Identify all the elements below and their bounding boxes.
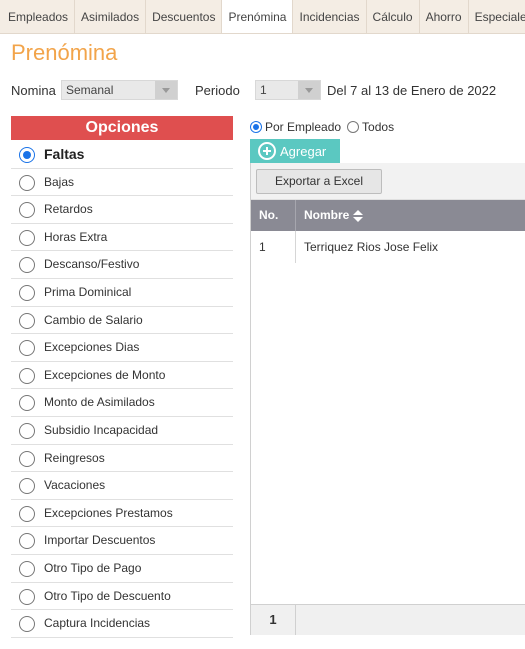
option-monto-de-asimilados[interactable]: Monto de Asimilados: [11, 389, 233, 417]
option-label: Subsidio Incapacidad: [44, 422, 159, 437]
options-list: Faltas Bajas Retardos Horas Extra Descan…: [11, 141, 233, 638]
chevron-down-icon: [155, 81, 177, 99]
option-otro-tipo-de-pago[interactable]: Otro Tipo de Pago: [11, 555, 233, 583]
periodo-select-value: 1: [260, 83, 267, 97]
option-label: Faltas: [44, 146, 85, 162]
option-excepciones-prestamos[interactable]: Excepciones Prestamos: [11, 500, 233, 528]
add-button-label: Agregar: [280, 143, 327, 159]
option-subsidio-incapacidad[interactable]: Subsidio Incapacidad: [11, 417, 233, 445]
option-label: Horas Extra: [44, 229, 108, 244]
option-label: Descanso/Festivo: [44, 257, 140, 272]
radio-icon[interactable]: [19, 229, 35, 246]
employees-grid: Exportar a Excel No. Nombre 1 Terriquez …: [250, 163, 525, 635]
periodo-label: Periodo: [195, 83, 240, 98]
cell-nombre: Terriquez Rios Jose Felix: [304, 240, 439, 254]
options-header: Opciones: [11, 116, 233, 140]
plus-circle-icon: [258, 142, 276, 160]
radio-icon[interactable]: [19, 202, 35, 219]
export-excel-button[interactable]: Exportar a Excel: [256, 169, 382, 194]
radio-icon[interactable]: [19, 505, 35, 522]
radio-por-empleado[interactable]: [250, 121, 262, 133]
add-button[interactable]: Agregar: [250, 139, 340, 163]
tab-prenomina[interactable]: Prenómina: [222, 0, 294, 33]
column-header-nombre[interactable]: Nombre: [296, 200, 364, 231]
option-vacaciones[interactable]: Vacaciones: [11, 472, 233, 500]
option-reingresos[interactable]: Reingresos: [11, 445, 233, 473]
option-label: Bajas: [44, 174, 75, 189]
tab-bar: Empleados Asimilados Descuentos Prenómin…: [0, 0, 525, 34]
option-label: Monto de Asimilados: [44, 395, 155, 410]
option-label: Otro Tipo de Descuento: [44, 588, 171, 603]
radio-icon[interactable]: [19, 174, 35, 191]
option-label: Excepciones Dias: [44, 340, 140, 355]
column-header-label: Nombre: [304, 208, 350, 222]
radio-icon[interactable]: [19, 147, 35, 163]
option-retardos[interactable]: Retardos: [11, 196, 233, 224]
option-label: Vacaciones: [44, 478, 106, 493]
page-title: Prenómina: [11, 40, 118, 65]
tab-especiales[interactable]: Especiales: [469, 0, 525, 33]
option-label: Excepciones Prestamos: [44, 505, 173, 520]
option-label: Excepciones de Monto: [44, 367, 166, 382]
option-label: Retardos: [44, 202, 93, 217]
radio-icon[interactable]: [19, 395, 35, 412]
radio-todos[interactable]: [347, 121, 360, 133]
option-label: Cambio de Salario: [44, 312, 143, 327]
option-label: Importar Descuentos: [44, 533, 156, 548]
option-otro-tipo-de-descuento[interactable]: Otro Tipo de Descuento: [11, 583, 233, 611]
tab-calculo[interactable]: Cálculo: [367, 0, 420, 33]
tab-ahorro[interactable]: Ahorro: [420, 0, 469, 33]
radio-icon[interactable]: [19, 340, 35, 357]
radio-icon[interactable]: [19, 588, 35, 605]
radio-icon[interactable]: [19, 257, 35, 274]
option-importar-descuentos[interactable]: Importar Descuentos: [11, 527, 233, 555]
option-label: Prima Dominical: [44, 284, 132, 299]
radio-icon[interactable]: [19, 312, 35, 329]
option-label: Reingresos: [44, 450, 105, 465]
radio-icon[interactable]: [19, 450, 35, 467]
cell-no: 1: [251, 231, 296, 263]
option-faltas[interactable]: Faltas: [11, 141, 233, 169]
pager: 1: [251, 604, 525, 635]
option-captura-incidencias[interactable]: Captura Incidencias: [11, 610, 233, 638]
table-row[interactable]: 1 Terriquez Rios Jose Felix: [251, 231, 525, 263]
chevron-down-icon: [298, 81, 320, 99]
option-bajas[interactable]: Bajas: [11, 169, 233, 197]
option-excepciones-dias[interactable]: Excepciones Dias: [11, 334, 233, 362]
option-horas-extra[interactable]: Horas Extra: [11, 224, 233, 252]
todos-label: Todos: [362, 120, 395, 134]
radio-icon[interactable]: [19, 284, 35, 301]
radio-icon[interactable]: [19, 560, 35, 577]
nomina-select[interactable]: Semanal: [61, 80, 178, 100]
current-page[interactable]: 1: [251, 605, 296, 635]
sort-icon[interactable]: [353, 209, 364, 222]
radio-icon[interactable]: [19, 367, 35, 384]
option-cambio-de-salario[interactable]: Cambio de Salario: [11, 307, 233, 335]
option-descanso-festivo[interactable]: Descanso/Festivo: [11, 251, 233, 279]
grid-toolbar: Exportar a Excel: [251, 163, 525, 200]
radio-icon[interactable]: [19, 533, 35, 550]
radio-icon[interactable]: [19, 422, 35, 439]
tab-descuentos[interactable]: Descuentos: [146, 0, 223, 33]
option-label: Captura Incidencias: [44, 616, 151, 631]
table-header: No. Nombre: [251, 200, 525, 231]
tab-asimilados[interactable]: Asimilados: [75, 0, 147, 33]
option-label: Otro Tipo de Pago: [44, 560, 142, 575]
por-empleado-label: Por Empleado: [265, 120, 342, 134]
mode-selector: Por Empleado Todos: [250, 118, 400, 136]
nomina-label: Nomina: [11, 83, 56, 98]
option-prima-dominical[interactable]: Prima Dominical: [11, 279, 233, 307]
radio-icon[interactable]: [19, 616, 35, 633]
period-range: Del 7 al 13 de Enero de 2022: [327, 83, 497, 98]
tab-incidencias[interactable]: Incidencias: [293, 0, 367, 33]
periodo-select[interactable]: 1: [255, 80, 321, 100]
tab-empleados[interactable]: Empleados: [0, 0, 76, 33]
option-excepciones-de-monto[interactable]: Excepciones de Monto: [11, 362, 233, 390]
column-header-no[interactable]: No.: [251, 200, 296, 231]
nomina-select-value: Semanal: [66, 83, 114, 97]
radio-icon[interactable]: [19, 478, 35, 495]
